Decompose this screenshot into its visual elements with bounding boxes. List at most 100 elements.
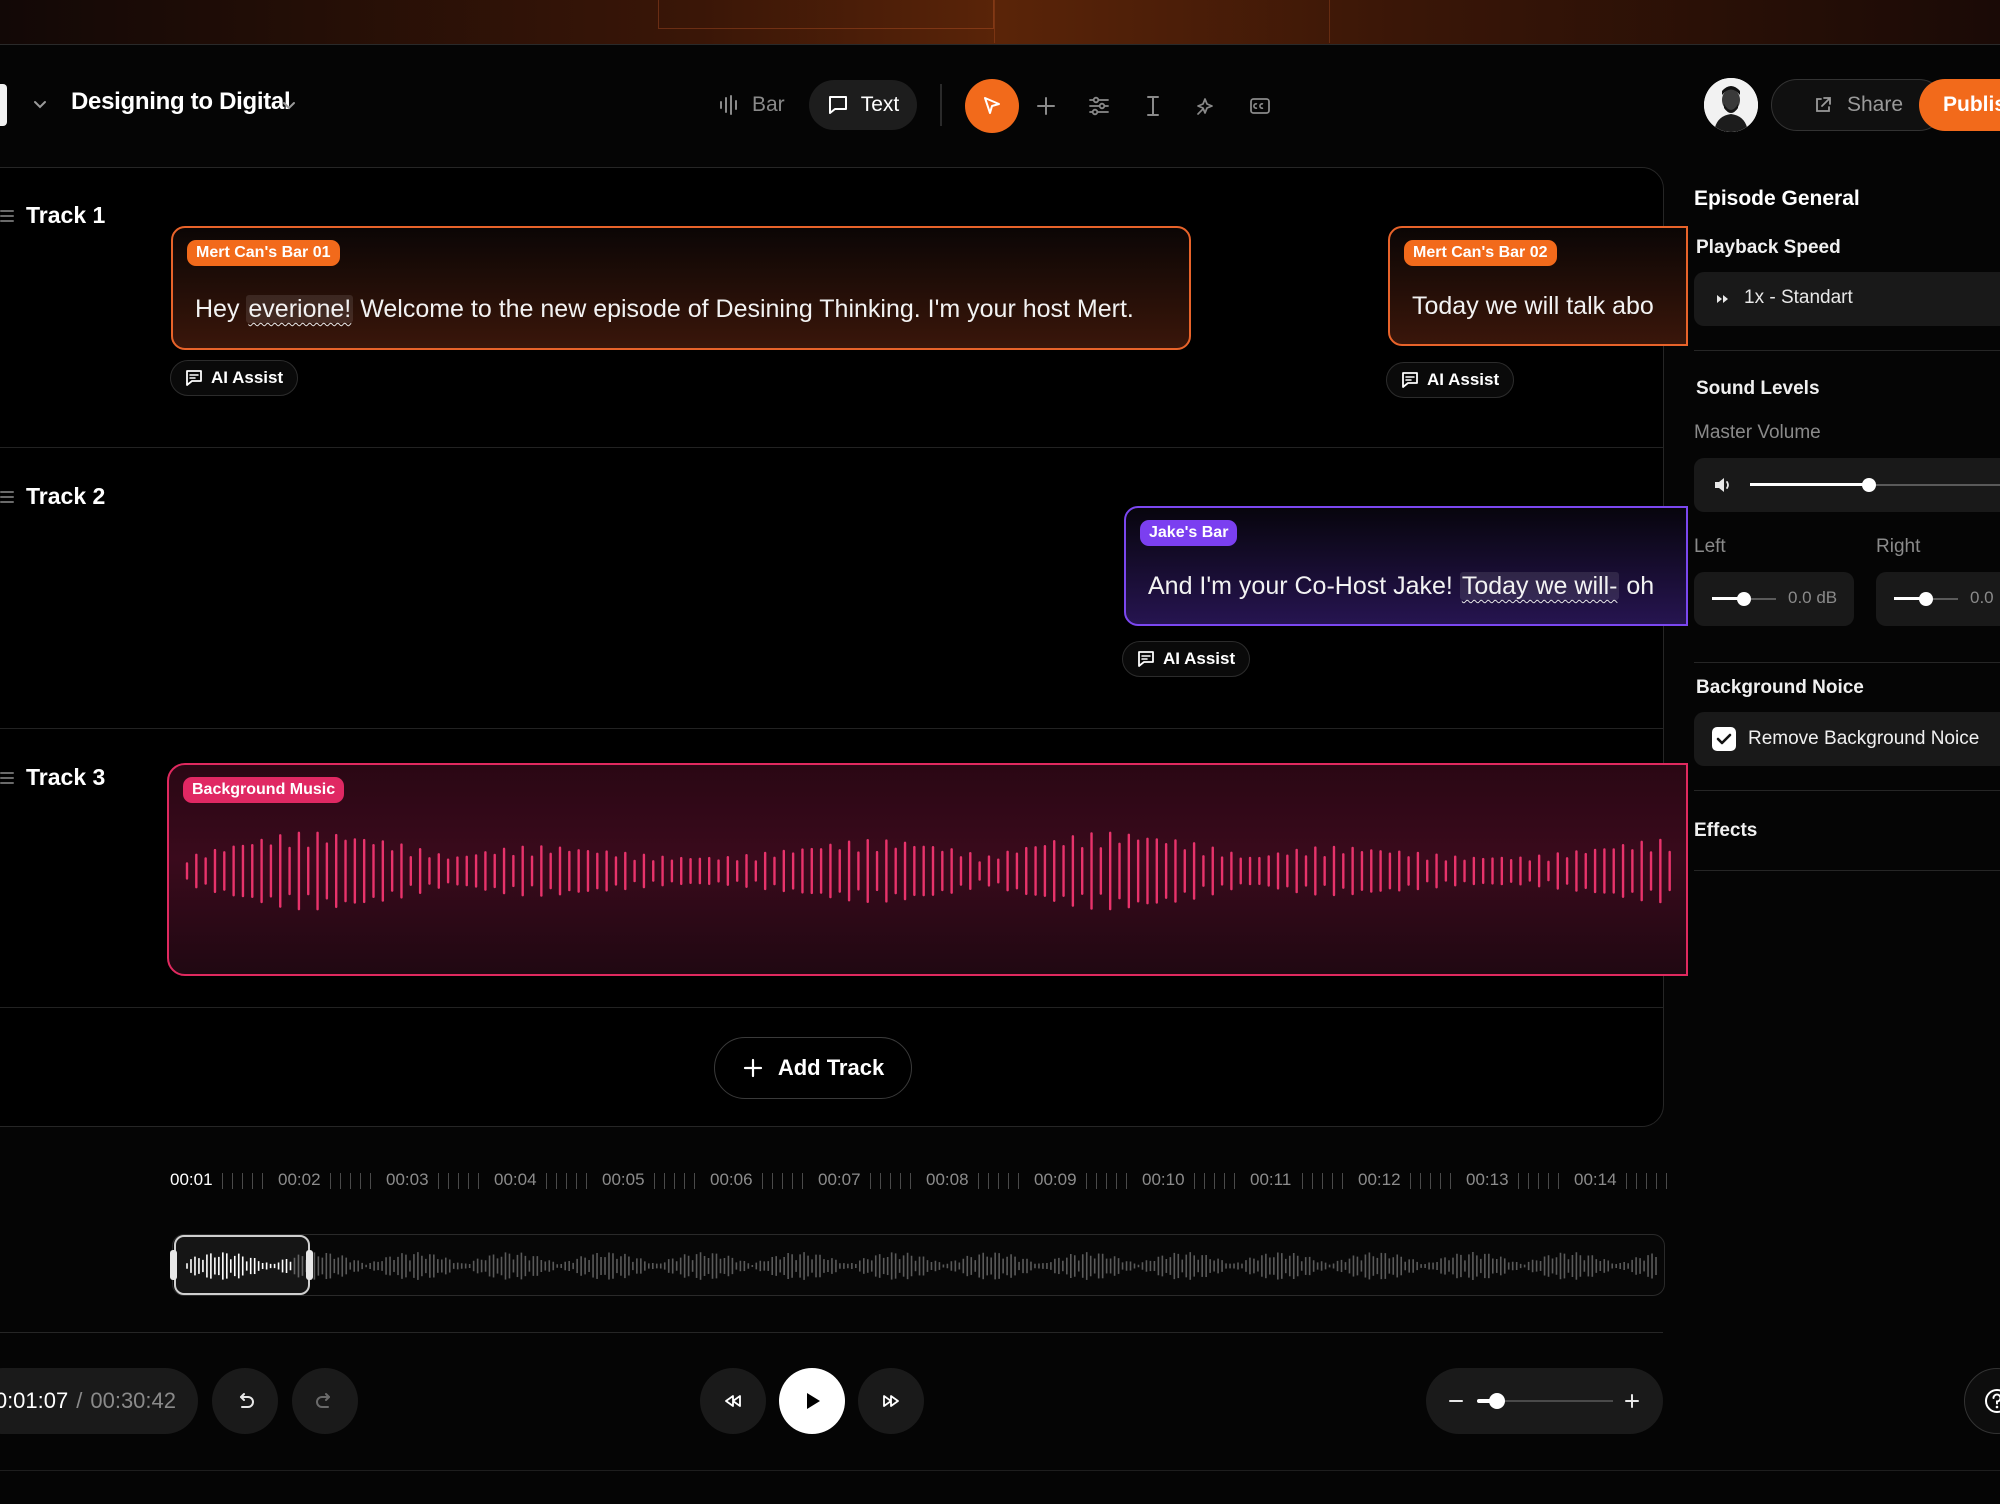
text-cursor-icon — [1147, 96, 1159, 116]
ruler-tick — [1518, 1173, 1519, 1189]
track-divider — [0, 1007, 1663, 1008]
publish-button[interactable]: Publish — [1919, 79, 2000, 131]
ruler-time-label: 00:06 — [710, 1170, 753, 1189]
adjust-tool-button[interactable] — [1083, 90, 1115, 122]
transport-divider — [0, 1332, 1663, 1333]
chevron-down-icon[interactable] — [32, 96, 48, 112]
left-channel-value: 0.0 dB — [1788, 588, 1838, 607]
sound-levels-label: Sound Levels — [1696, 378, 1820, 399]
overview-scrubber[interactable] — [172, 1234, 1665, 1296]
app-logo[interactable] — [0, 84, 7, 126]
time-separator: / — [76, 1388, 83, 1413]
user-avatar[interactable] — [1704, 78, 1758, 132]
playback-speed-value: 1x - Standart — [1744, 287, 1853, 308]
clip-mert-bar-01[interactable]: Mert Can's Bar 01 Hey everione! Welcome … — [171, 226, 1191, 350]
clip-transcript[interactable]: Hey everione! Welcome to the new episode… — [195, 295, 1134, 324]
redo-button[interactable] — [292, 1368, 358, 1434]
ruler-tick — [802, 1173, 803, 1189]
viewport-left-handle[interactable] — [170, 1250, 177, 1280]
track-divider — [0, 447, 1663, 448]
track-2-label[interactable]: Track 2 — [0, 483, 105, 510]
ruler-tick — [1086, 1173, 1087, 1189]
play-icon — [807, 1393, 820, 1409]
play-button[interactable] — [779, 1368, 845, 1434]
clip-jake-bar[interactable]: Jake's Bar And I'm your Co-Host Jake! To… — [1124, 506, 1688, 626]
transcript-text: And I'm your Co-Host Jake! — [1148, 572, 1460, 600]
ruler-tick — [694, 1173, 695, 1189]
magic-tool-button[interactable] — [1190, 90, 1222, 122]
mode-text-button[interactable]: Text — [809, 80, 917, 130]
clip-background-music[interactable]: Background Music — [167, 763, 1688, 976]
master-volume-fill — [1750, 483, 1869, 486]
add-track-button[interactable]: Add Track — [714, 1037, 912, 1099]
toolbar-divider — [940, 84, 942, 126]
transcript-text: Hey — [195, 295, 247, 323]
track-3-label[interactable]: Track 3 — [0, 764, 105, 791]
ruler-tick — [360, 1173, 361, 1189]
ruler-tick — [684, 1173, 685, 1189]
spelling-highlight[interactable]: everione! — [246, 295, 354, 323]
clip-mert-bar-02[interactable]: Mert Can's Bar 02 Today we will talk abo — [1388, 226, 1688, 346]
zoom-in-icon[interactable] — [1623, 1392, 1641, 1410]
drag-handle-icon[interactable] — [0, 771, 14, 784]
captions-tool-button[interactable] — [1244, 90, 1276, 122]
spelling-highlight[interactable]: Today we will- — [1459, 572, 1620, 600]
undo-button[interactable] — [212, 1368, 278, 1434]
ruler-tick — [262, 1173, 263, 1189]
left-channel-knob[interactable] — [1737, 592, 1751, 606]
playback-speed-select[interactable]: 1x - Standart — [1694, 272, 2000, 326]
zoom-slider-knob[interactable] — [1489, 1393, 1506, 1409]
timeline-ruler[interactable]: 00:01 00:02 00:03 00:04 00:05 00:06 00:07 00:08… — [170, 1170, 1667, 1194]
remove-noise-toggle[interactable]: Remove Background Noice — [1694, 712, 2000, 766]
ai-assist-button[interactable]: AI Assist — [1122, 641, 1251, 677]
ruler-tick — [1410, 1173, 1411, 1189]
master-volume-knob[interactable] — [1861, 478, 1876, 492]
ruler-tick — [1322, 1173, 1323, 1189]
ai-assist-button[interactable]: AI Assist — [1386, 362, 1515, 398]
drag-handle-icon[interactable] — [0, 209, 14, 222]
master-volume-label: Master Volume — [1694, 422, 1821, 443]
zoom-control — [1426, 1368, 1663, 1434]
ruler-tick — [438, 1173, 439, 1189]
project-chevron-down-icon[interactable] — [281, 97, 297, 113]
mode-bar-label: Bar — [752, 93, 785, 116]
ai-assist-button[interactable]: AI Assist — [170, 360, 299, 396]
fast-forward-button[interactable] — [858, 1368, 924, 1434]
select-tool-button[interactable] — [965, 79, 1019, 133]
ruler-tick — [792, 1173, 793, 1189]
ruler-tick — [252, 1173, 253, 1189]
zoom-out-icon[interactable] — [1447, 1392, 1465, 1410]
text-cursor-tool-button[interactable] — [1137, 90, 1169, 122]
clip-transcript[interactable]: Today we will talk abo — [1412, 292, 1654, 321]
ruler-tick — [900, 1173, 901, 1189]
help-button[interactable] — [1964, 1368, 2000, 1434]
ai-assist-label: AI Assist — [1427, 370, 1500, 389]
ruler-tick — [1194, 1173, 1195, 1189]
message-square-icon — [828, 96, 847, 114]
rewind-button[interactable] — [700, 1368, 766, 1434]
clip-transcript[interactable]: And I'm your Co-Host Jake! Today we will… — [1148, 572, 1654, 601]
ruler-tick — [870, 1173, 871, 1189]
track-1-label[interactable]: Track 1 — [0, 202, 105, 229]
viewport-right-handle[interactable] — [306, 1250, 313, 1280]
sparkle-icon — [1197, 98, 1213, 115]
mode-bar-button[interactable]: Bar — [718, 84, 798, 126]
ruler-tick — [576, 1173, 577, 1189]
overview-viewport-window[interactable] — [174, 1235, 310, 1295]
master-volume-control — [1694, 458, 2000, 512]
cursor-arrow-icon — [984, 97, 1000, 114]
checkmark-icon — [1716, 733, 1732, 745]
effects-label[interactable]: Effects — [1694, 820, 1757, 842]
ruler-tick — [1420, 1173, 1421, 1189]
right-channel-knob[interactable] — [1919, 592, 1933, 606]
remove-noise-label: Remove Background Noice — [1748, 728, 1980, 749]
project-title[interactable]: Designing to Digital — [71, 88, 291, 116]
ruler-tick — [1302, 1173, 1303, 1189]
ruler-tick — [998, 1173, 999, 1189]
rewind-icon — [725, 1395, 741, 1407]
top-strip — [0, 0, 2000, 45]
remove-noise-checkbox[interactable] — [1712, 727, 1736, 751]
add-tool-button[interactable] — [1030, 90, 1062, 122]
drag-handle-icon[interactable] — [0, 490, 14, 503]
ruler-tick — [782, 1173, 783, 1189]
